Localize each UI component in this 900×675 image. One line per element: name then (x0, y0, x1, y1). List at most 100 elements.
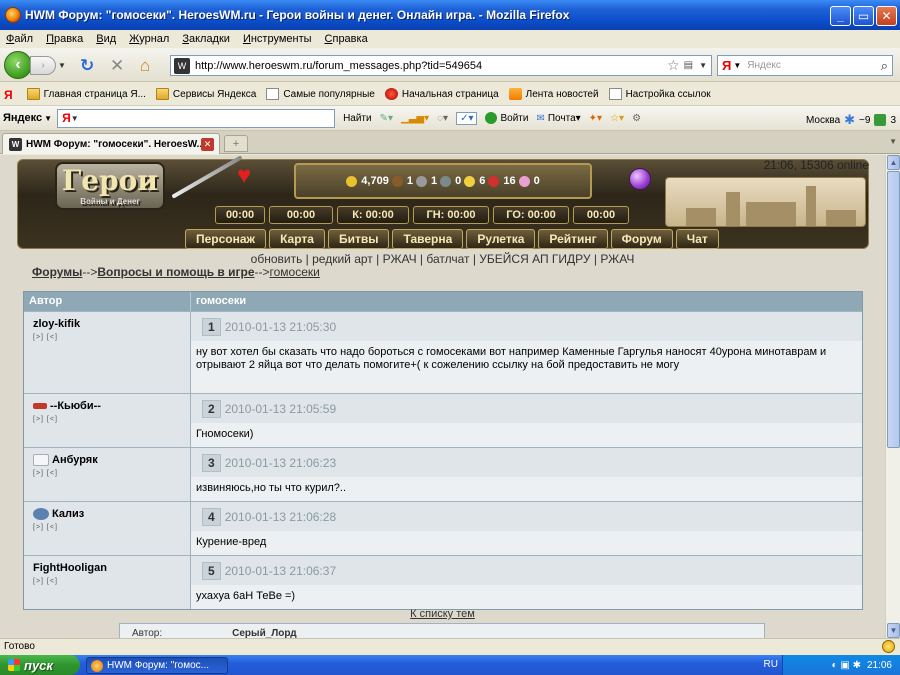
timer-last[interactable]: 00:00 (573, 206, 629, 224)
bookmark-item[interactable]: Сервисы Яндекса (155, 88, 256, 100)
gear-icon[interactable]: ⚙ (632, 113, 641, 124)
nav-battles[interactable]: Битвы (327, 229, 390, 249)
url-text[interactable]: http://www.heroeswm.ru/forum_messages.ph… (195, 60, 667, 72)
menu-file[interactable]: Файл (6, 33, 33, 45)
nav-character[interactable]: Персонаж (185, 229, 267, 249)
yandex-search-input[interactable]: Я ▼ (57, 108, 336, 128)
search-box[interactable]: Я ▼ Яндекс ⌕ (717, 55, 893, 76)
menu-history[interactable]: Журнал (129, 33, 169, 45)
language-indicator[interactable]: RU (764, 659, 778, 670)
nav-tavern[interactable]: Таверна (392, 229, 464, 249)
weather-widget[interactable]: Москва ✱ −9 3 (806, 112, 896, 128)
bookmark-item[interactable]: Настройка ссылок (608, 88, 711, 100)
to-topic-list-link[interactable]: К списку тем (0, 608, 885, 620)
bookmark-star-icon[interactable]: ☆ (667, 57, 680, 74)
search-engine-icon[interactable]: Я (722, 58, 731, 73)
bookmark-item[interactable]: Главная страница Я... (26, 88, 146, 100)
forward-button[interactable]: › (30, 56, 56, 75)
tab-forum[interactable]: W HWM Форум: "гомосеки". HeroesW... ✕ (2, 133, 220, 154)
nav-rating[interactable]: Рейтинг (538, 229, 608, 249)
post-number[interactable]: 3 (202, 453, 221, 472)
menu-bookmarks[interactable]: Закладки (182, 33, 230, 45)
search-icon[interactable]: ⌕ (881, 58, 888, 74)
url-dropdown-icon[interactable]: ▼ (699, 61, 707, 70)
minimize-button[interactable]: _ (830, 6, 851, 26)
author-controls[interactable]: [>] [<] (33, 416, 190, 423)
gift-icon[interactable]: ✦▾ (589, 113, 602, 124)
yandex-find-button[interactable]: Найти (343, 113, 372, 124)
start-button[interactable]: пуск (0, 655, 80, 675)
taskbar-window-button[interactable]: HWM Форум: "гомос... (86, 657, 228, 674)
post-number[interactable]: 2 (202, 399, 221, 418)
author-controls[interactable]: [>] [<] (33, 578, 190, 585)
yandex-mail-button[interactable]: ✉ Почта ▾ (536, 113, 580, 124)
back-button[interactable]: ‹ (4, 51, 32, 79)
scroll-down-icon[interactable]: ▼ (887, 623, 900, 638)
menu-help[interactable]: Справка (325, 33, 368, 45)
yandex-logo[interactable]: Яндекс (3, 112, 42, 124)
post-date: 2010-01-13 21:06:28 (224, 509, 337, 524)
stop-icon[interactable]: ✕ (110, 56, 124, 76)
bookmark-item[interactable]: Начальная страница (384, 88, 499, 100)
scroll-thumb[interactable] (887, 171, 900, 448)
search-input[interactable]: Яндекс (747, 60, 880, 71)
close-button[interactable]: ✕ (876, 6, 897, 26)
post-number[interactable]: 1 (202, 317, 221, 336)
breadcrumb-topic[interactable]: гомосеки (270, 265, 320, 279)
breadcrumb-section[interactable]: Вопросы и помощь в игре (97, 265, 254, 279)
doc-icon (266, 88, 280, 100)
author-controls[interactable]: [>] [<] (33, 470, 190, 477)
nav-roulette[interactable]: Рулетка (466, 229, 536, 249)
clock[interactable]: 21:06 (867, 660, 892, 671)
post-number[interactable]: 4 (202, 507, 221, 526)
author-name[interactable]: --Кьюби-- (33, 400, 190, 412)
yandex-login-button[interactable]: Войти (485, 112, 528, 124)
author-name[interactable]: FightHooligan (33, 562, 190, 574)
pencil-icon[interactable]: ✎▾ (380, 113, 393, 124)
nav-map[interactable]: Карта (269, 229, 325, 249)
author-name[interactable]: zloy-kifik (33, 318, 190, 330)
history-dropdown-icon[interactable]: ▼ (58, 61, 66, 70)
author-name[interactable]: Анбуряк (33, 454, 190, 466)
tab-close-icon[interactable]: ✕ (201, 138, 214, 151)
author-controls[interactable]: [>] [<] (33, 334, 190, 341)
author-name[interactable]: Кализ (33, 508, 190, 520)
chat-icon[interactable]: ◌▾ (437, 113, 448, 124)
scroll-up-icon[interactable]: ▲ (887, 155, 900, 170)
tray-icons[interactable]: ◐ ▣ ✱ (832, 660, 861, 671)
feed-icon[interactable]: ▤ (684, 60, 693, 71)
smiley-icon[interactable] (882, 640, 895, 653)
bookmark-item[interactable]: Самые популярные (266, 88, 375, 100)
star-icon[interactable]: ☆▾ (610, 113, 624, 124)
timer-mana[interactable]: 00:00 (269, 206, 333, 224)
game-logo[interactable]: Герои Войны и Денег (55, 162, 165, 210)
nav-chat[interactable]: Чат (675, 229, 719, 249)
menu-tools[interactable]: Инструменты (243, 33, 312, 45)
address-bar[interactable]: W http://www.heroeswm.ru/forum_messages.… (170, 55, 712, 76)
bookmark-item[interactable]: Лента новостей (508, 88, 599, 100)
timer-gn[interactable]: ГН: 00:00 (413, 206, 489, 224)
signal-icon[interactable]: ▁▃▅▾ (401, 113, 429, 124)
menu-view[interactable]: Вид (96, 33, 116, 45)
timer-health[interactable]: 00:00 (215, 206, 265, 224)
bookmark-yandex-logo[interactable]: Я (4, 88, 17, 102)
window-titlebar[interactable]: HWM Форум: "гомосеки". HeroesWM.ru - Гер… (0, 0, 900, 30)
maximize-button[interactable]: ▭ (853, 6, 874, 26)
checkmark-icon[interactable]: ✓▾ (456, 111, 478, 125)
quick-links[interactable]: обновить | редкий арт | РЖАЧ | батлчат |… (0, 252, 885, 266)
reload-icon[interactable]: ↻ (80, 56, 94, 76)
engine-dropdown-icon[interactable]: ▼ (733, 61, 741, 70)
timer-go[interactable]: ГО: 00:00 (493, 206, 569, 224)
author-controls[interactable]: [>] [<] (33, 524, 190, 531)
breadcrumb-forums[interactable]: Форумы (32, 265, 82, 279)
timer-k[interactable]: К: 00:00 (337, 206, 409, 224)
home-icon[interactable]: ⌂ (140, 56, 150, 76)
yandex-dropdown-icon[interactable]: ▼ (44, 114, 52, 123)
nav-forum[interactable]: Форум (610, 229, 673, 249)
new-tab-button[interactable]: + (224, 135, 248, 152)
tab-list-icon[interactable]: ▼ (889, 137, 897, 146)
vertical-scrollbar[interactable]: ▲ ▼ (885, 155, 900, 638)
post-number[interactable]: 5 (202, 561, 221, 580)
next-author-name[interactable]: Серый_Лорд (232, 628, 296, 639)
menu-edit[interactable]: Правка (46, 33, 83, 45)
